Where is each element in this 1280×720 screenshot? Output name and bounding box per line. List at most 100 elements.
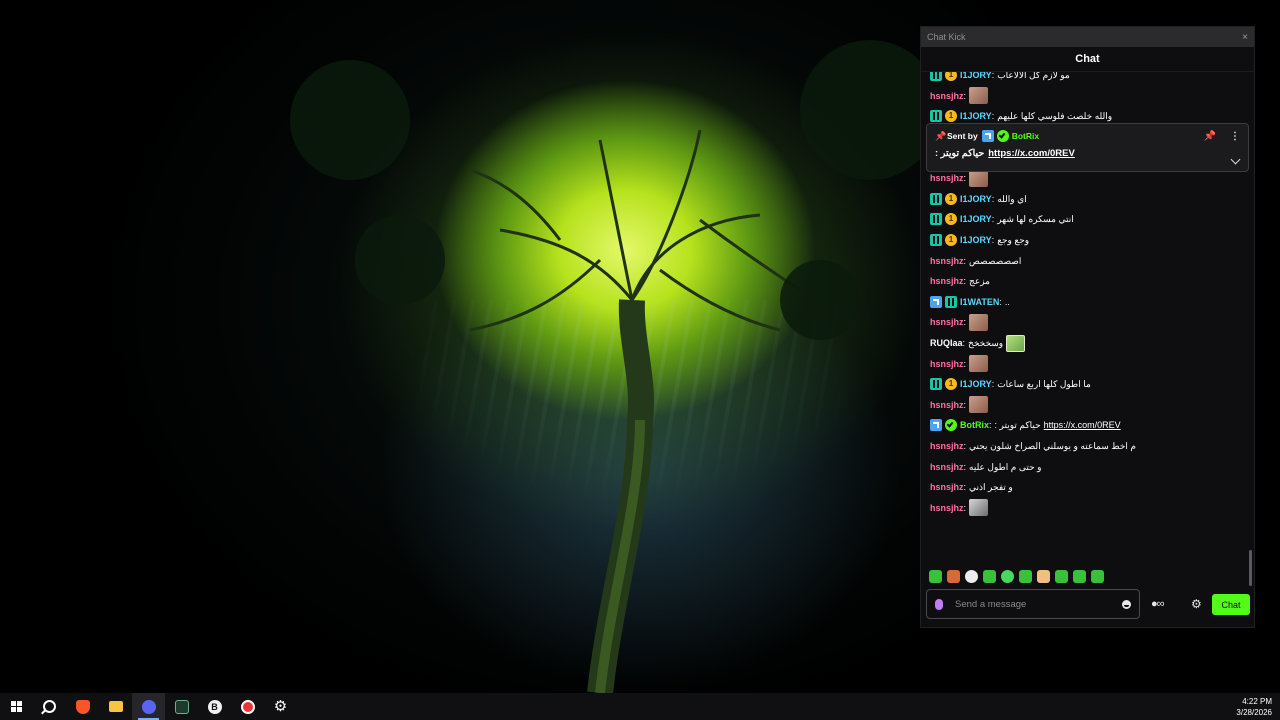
chat-username[interactable]: BotRix (960, 419, 989, 431)
unpin-icon[interactable]: 📌 (1204, 131, 1216, 142)
username-separator: : (963, 502, 967, 513)
chat-message: hsnsjhz: (930, 312, 1245, 333)
chat-message: hsnsjhz: (930, 497, 1245, 518)
photo-emote[interactable] (969, 87, 989, 105)
chat-username[interactable]: RUQIaa (930, 337, 963, 349)
coin-badge: 1 (945, 192, 957, 205)
taskbar-brave[interactable] (66, 693, 99, 720)
taskbar-dial-app[interactable] (231, 693, 264, 720)
monkey-emote[interactable] (947, 570, 960, 583)
chat-input[interactable]: Send a message (926, 589, 1140, 619)
chat-message-text: مزعج (969, 276, 990, 287)
system-clock[interactable]: 4:22 PM 3/28/2026 (1236, 696, 1272, 718)
sub-badge (930, 192, 942, 205)
start-icon (11, 701, 22, 712)
pepe-emote[interactable] (929, 570, 942, 583)
chat-settings-icon[interactable]: ⚙ (1191, 597, 1202, 611)
chat-username[interactable]: hsnsjhz (930, 440, 964, 452)
pinned-message[interactable]: 📌 Sent by BotRix 📌 ⋮ حياكم تويتر : https… (926, 123, 1249, 172)
chat-username[interactable]: I1JORY (960, 72, 992, 81)
username-separator: : (963, 255, 967, 266)
username-separator: : (991, 111, 995, 122)
photo-emote[interactable] (969, 313, 989, 331)
coin-badge: 1 (945, 110, 957, 123)
clock-date: 3/28/2026 (1236, 708, 1272, 717)
taskbar-b-app[interactable]: B (198, 693, 231, 720)
username-separator: : (963, 90, 967, 101)
taskbar-xbox[interactable] (165, 693, 198, 720)
taskbar-file-explorer[interactable] (99, 693, 132, 720)
bot-badge (930, 419, 942, 432)
username-separator: : (991, 72, 995, 81)
cat-emote[interactable] (1037, 570, 1050, 583)
chat-input-placeholder[interactable]: Send a message (955, 599, 1122, 610)
chat-input-row: Send a message ●∞ ⚙ Chat (926, 589, 1251, 621)
chat-username[interactable]: hsnsjhz (930, 316, 964, 328)
sub-badge (945, 295, 957, 308)
chat-username[interactable]: I1JORY (960, 213, 992, 225)
chat-scrollbar[interactable] (1249, 550, 1252, 586)
settings-icon: ⚙ (273, 697, 288, 715)
chat-message: 1 I1JORY: انتي مسكره لها شهر (930, 209, 1245, 230)
pinned-sent-by-label: Sent by (947, 131, 978, 141)
chat-username[interactable]: hsnsjhz (930, 275, 964, 287)
pin-icon: 📌 (935, 131, 947, 141)
chat-username[interactable]: I1JORY (960, 234, 992, 246)
chat-username[interactable]: hsnsjhz (930, 90, 964, 102)
taskbar-search[interactable] (33, 693, 66, 720)
xbox-icon (174, 699, 189, 714)
search-icon (43, 700, 56, 713)
chat-username[interactable]: hsnsjhz (930, 358, 964, 370)
taskbar-discord[interactable] (132, 693, 165, 720)
pinned-link[interactable]: https://x.com/0REV (988, 148, 1075, 159)
chat-username[interactable]: hsnsjhz (930, 255, 964, 267)
clock-time: 4:22 PM (1242, 697, 1272, 706)
frog-emote[interactable] (983, 570, 996, 583)
chat-message-text: ما اطول كلها اربع ساعات (997, 379, 1091, 390)
chat-username[interactable]: hsnsjhz (930, 399, 964, 411)
more-options-icon[interactable]: ⋮ (1230, 131, 1240, 142)
pepe-cry-emote[interactable] (1073, 570, 1086, 583)
username-separator: : (999, 296, 1002, 307)
chat-username[interactable]: I1JORY (960, 378, 992, 390)
chat-username[interactable]: hsnsjhz (930, 481, 964, 493)
photo-emote[interactable] (969, 396, 989, 414)
sub-badge (930, 72, 942, 82)
chat-header: Chat (921, 47, 1254, 72)
send-chat-button[interactable]: Chat (1212, 594, 1250, 615)
chat-message-text: اي والله (997, 193, 1027, 204)
window-titlebar[interactable]: Chat Kick × (921, 27, 1254, 47)
chat-username[interactable]: I1WATEN (960, 296, 999, 308)
frog-emote[interactable] (1006, 334, 1026, 352)
sub-badge (930, 213, 942, 226)
photo-emote[interactable] (969, 355, 989, 373)
chat-message-link[interactable]: https://x.com/0REV (1044, 419, 1121, 431)
username-separator: : (991, 379, 995, 390)
pepe-happy-emote[interactable] (1019, 570, 1032, 583)
emoji-picker-icon[interactable] (1122, 599, 1131, 609)
b-app-icon: B (207, 699, 222, 714)
close-icon[interactable]: × (1242, 32, 1248, 43)
chat-message-area[interactable]: 1 I1JORY: مو لازم كل الالاعاب hsnsjhz:1 I1JO… (921, 72, 1254, 590)
sub-badge (930, 110, 942, 123)
chat-message: BotRix: حياكم تويتر : https://x.com/0REV (930, 415, 1245, 436)
pinned-sender[interactable]: BotRix (1012, 131, 1039, 141)
photo-emote[interactable] (969, 169, 989, 187)
chat-username[interactable]: hsnsjhz (930, 172, 964, 184)
chat-username[interactable]: I1JORY (960, 110, 992, 122)
pepe-wave-emote[interactable] (1091, 570, 1104, 583)
chat-message-text: حياكم تويتر : (994, 420, 1041, 431)
microphone-icon[interactable] (935, 598, 943, 610)
pepe-laugh-emote[interactable] (1055, 570, 1068, 583)
blob-emote[interactable] (1001, 570, 1014, 583)
chat-username[interactable]: hsnsjhz (930, 461, 964, 473)
start-button[interactable] (0, 693, 33, 720)
chat-username[interactable]: hsnsjhz (930, 502, 964, 514)
username-separator: : (963, 482, 967, 493)
channel-points-icon[interactable]: ●∞ (1151, 598, 1164, 610)
photo-emote-2[interactable] (969, 499, 989, 517)
taskbar-settings[interactable]: ⚙ (264, 693, 297, 720)
clown-emote[interactable] (965, 570, 978, 583)
chat-username[interactable]: I1JORY (960, 193, 992, 205)
chat-message: hsnsjhz: (930, 353, 1245, 374)
